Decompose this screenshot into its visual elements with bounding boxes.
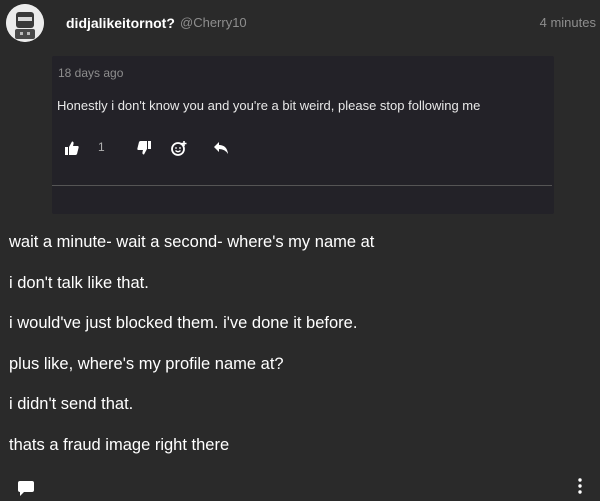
post-username[interactable]: didjalikeitornot? — [66, 15, 175, 31]
message-line: thats a fraud image right there — [9, 435, 230, 454]
reply-icon — [214, 142, 228, 154]
avatar[interactable] — [6, 4, 44, 42]
like-button[interactable] — [64, 138, 80, 158]
message-line: i don't talk like that. — [9, 273, 149, 292]
like-count: 1 — [98, 140, 105, 154]
avatar-image — [6, 4, 44, 42]
post-handle[interactable]: @Cherry10 — [180, 15, 247, 30]
quoted-comment: 18 days ago Honestly i don't know you an… — [52, 56, 554, 214]
add-reaction-icon — [170, 140, 186, 156]
message-line: i would've just blocked them. i've done … — [9, 314, 358, 332]
quote-divider — [52, 185, 552, 186]
quote-text: Honestly i don't know you and you're a b… — [57, 98, 481, 113]
quote-date: 18 days ago — [58, 66, 124, 80]
message-list: wait a minute- wait a second- where's my… — [9, 232, 374, 475]
react-button[interactable] — [170, 138, 188, 158]
dislike-button[interactable] — [136, 138, 152, 158]
post-time: 4 minutes — [539, 15, 596, 30]
reply-button[interactable] — [212, 138, 230, 158]
message-line: plus like, where's my profile name at? — [9, 354, 284, 373]
more-options-button[interactable] — [578, 478, 582, 499]
comment-bubble-icon — [18, 481, 34, 496]
comment-button[interactable] — [18, 481, 34, 501]
message-line: i didn't send that. — [9, 395, 134, 413]
more-vertical-icon — [578, 478, 582, 494]
thumbs-down-icon — [137, 141, 151, 155]
message-line: wait a minute- wait a second- where's my… — [9, 233, 375, 251]
thumbs-up-icon — [65, 141, 79, 155]
